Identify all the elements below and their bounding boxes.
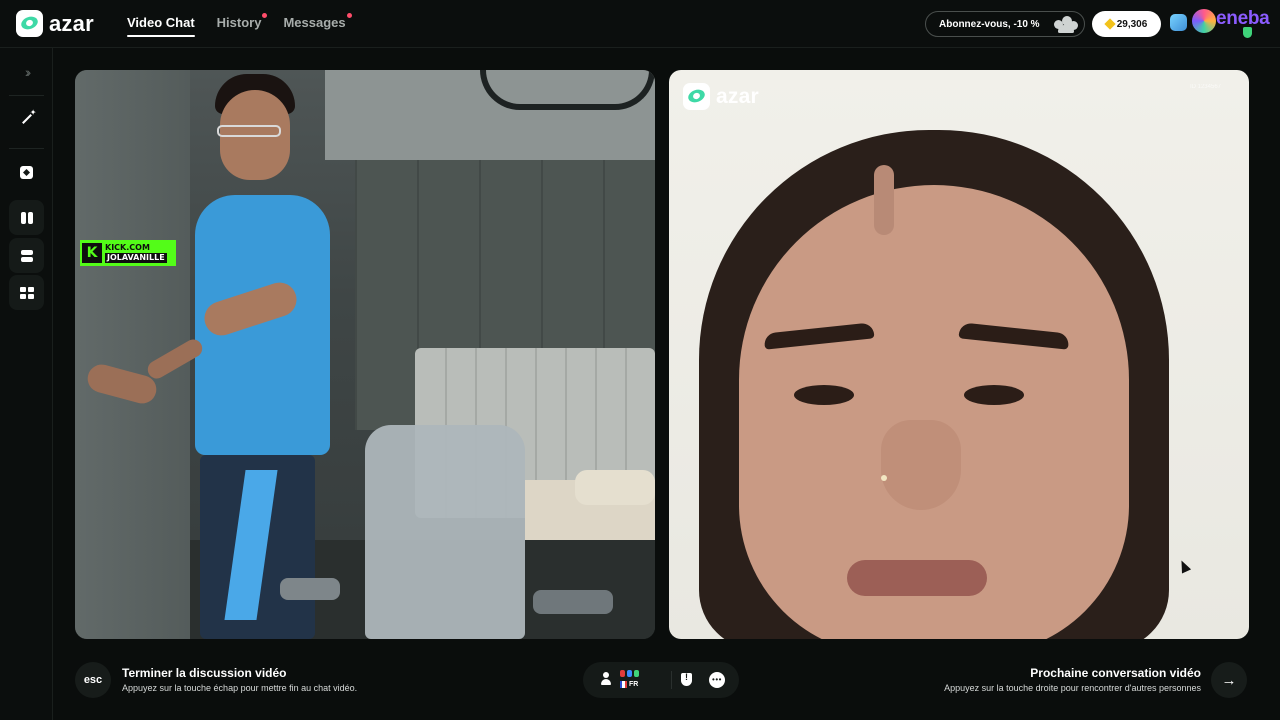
next-call-hint: Appuyez sur la touche droite pour rencon… [944,683,1201,693]
gem-store-icon[interactable] [1170,14,1187,31]
nav-tab-messages[interactable]: Messages [283,13,352,37]
arrow-right-icon: → [1221,671,1237,689]
notification-dot [346,13,352,18]
kick-stream-overlay: K KICK.COM JOLAVANILLE [80,240,176,266]
layout-split-horizontal-button[interactable] [9,238,44,273]
nose [881,420,961,510]
eye [964,385,1024,405]
watermark-logo-text: azar [716,84,759,108]
app-logo[interactable]: azar [16,10,94,37]
nav-tab-history[interactable]: History [216,13,268,37]
end-call-title: Terminer la discussion vidéo [122,666,287,680]
magic-wand-icon [20,108,37,126]
next-call-title: Prochaine conversation vidéo [1030,666,1201,680]
notification-dot [262,13,268,18]
main-nav: Video Chat History Messages [127,13,352,37]
badge-icon [620,670,625,677]
gem-icon [1104,18,1116,30]
sidebar-mask-button[interactable] [9,155,44,190]
ceiling-fan [480,70,655,110]
nav-tab-label: History [216,15,262,30]
country-code: FR [629,681,639,688]
wall-panel [355,160,417,430]
user-profile-icon[interactable] [600,672,612,686]
video-watermark-logo: azar [683,83,759,110]
lips [847,560,987,596]
sidebar-effects-button[interactable] [9,101,44,136]
france-flag-icon [620,681,627,688]
hair-part [874,165,894,235]
pill-divider [671,671,672,689]
nose-piercing [881,475,887,481]
esc-key-label: esc [83,674,103,686]
eneba-partner-logo[interactable]: eneba [1192,7,1280,41]
layout-grid-button[interactable] [9,275,44,310]
split-vertical-icon [20,211,33,224]
person-glasses [217,125,281,137]
nav-tab-label: Messages [283,15,346,30]
promo-label: Abonnez-vous, -10 % [939,18,1040,30]
pillow [575,470,655,505]
local-video-feed: K KICK.COM JOLAVANILLE [75,70,655,639]
subscribe-promo-button[interactable]: Abonnez-vous, -10 % [925,11,1085,37]
report-shield-icon[interactable] [681,672,692,686]
friends-group-icon [1053,15,1079,33]
square-icon [20,166,33,179]
badge-icon [634,670,639,677]
gems-balance-button[interactable]: 29,306 [1092,11,1161,37]
remote-video-feed: azar ID 1234567 [669,70,1249,639]
sidebar: ›› [0,48,53,720]
mouse-cursor-icon [1176,558,1192,574]
call-controls-bar: esc Terminer la discussion vidéo Appuyez… [53,648,1280,720]
expand-icon: ›› [24,63,32,80]
chat-bubble-icon[interactable]: ••• [709,672,725,688]
app-logo-text: azar [49,10,94,36]
partner-badges [620,670,639,677]
split-horizontal-icon [20,249,33,262]
office-chair [365,425,525,639]
sidebar-expand-button[interactable]: ›› [9,54,44,89]
user-id-watermark: ID 1234567 [1189,84,1221,90]
eye [794,385,854,405]
end-call-hint: Appuyez sur la touche échap pour mettre … [122,683,358,693]
kick-channel-label: JOLAVANILLE [105,253,167,263]
kick-site-label: KICK.COM [105,243,150,252]
partner-info-pill: FR ••• [583,662,739,698]
end-call-button[interactable]: esc [75,662,111,698]
eneba-logo-icon [1192,9,1216,33]
badge-icon [627,670,632,677]
kick-logo-icon: K [82,243,102,263]
gems-count: 29,306 [1116,18,1148,30]
verified-shield-icon [1243,27,1252,38]
nav-tab-video-chat[interactable]: Video Chat [127,15,195,37]
top-bar: azar Video Chat History Messages Abonnez… [0,0,1280,48]
sidebar-divider [9,95,44,96]
chair-armrest [533,590,613,614]
nav-tab-label: Video Chat [127,15,195,30]
next-call-button[interactable]: → [1211,662,1247,698]
azar-logo-icon [683,83,710,110]
layout-split-vertical-button[interactable] [9,200,44,235]
partner-country: FR [620,681,638,688]
chair-armrest [280,578,340,600]
grid-icon [19,286,34,299]
sidebar-divider [9,148,44,149]
azar-logo-icon [16,10,43,37]
